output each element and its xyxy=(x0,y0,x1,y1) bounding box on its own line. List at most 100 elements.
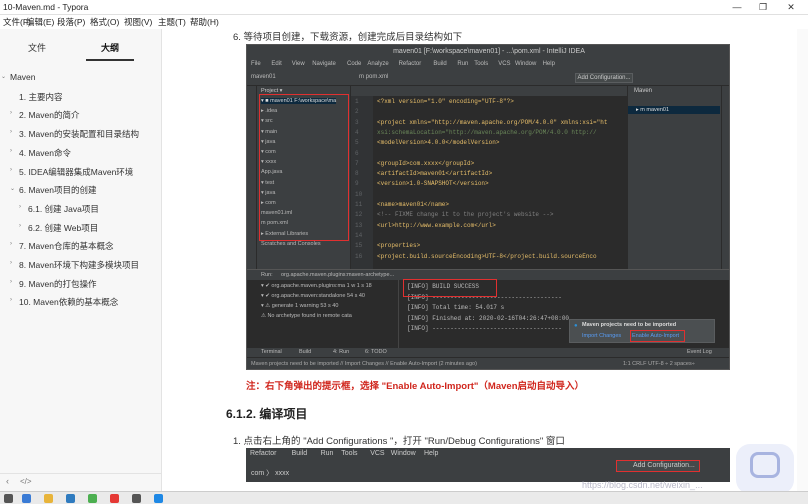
ide-line-number: 5 xyxy=(355,139,359,147)
ide-popup-title: Maven projects need to be imported xyxy=(582,322,677,328)
taskbar-app-icon[interactable] xyxy=(154,494,163,503)
ide-menu-item: Refactor xyxy=(398,61,422,67)
taskbar-app-icon[interactable] xyxy=(88,494,97,503)
tab-outline[interactable]: 大纲 xyxy=(101,41,119,54)
source-code-mode-icon[interactable]: </> xyxy=(20,477,32,486)
menu-view[interactable]: 视图(V) xyxy=(124,16,152,28)
outline-toggle-icon[interactable]: › xyxy=(10,129,12,135)
collapse-sidebar-icon[interactable]: ‹ xyxy=(6,476,9,486)
ide-bottom-tabs: Terminal Build 4: Run 6: TODO Event Log xyxy=(247,348,729,357)
ide-maven-panel: Maven ▸ m maven01 xyxy=(627,86,729,269)
ide-run-tree-node: ⚠ No archetype found in remote cata xyxy=(261,313,352,319)
scrollbar[interactable] xyxy=(797,29,808,491)
window-title: 10-Maven.md - Typora xyxy=(3,2,89,12)
outline-toggle-icon[interactable]: ⌄ xyxy=(1,73,6,80)
step1-text: 1. 点击右上角的 "Add Configurations "，打开 "Run/… xyxy=(233,436,565,447)
ide-line-number: 15 xyxy=(355,242,363,250)
menu-format[interactable]: 格式(O) xyxy=(90,16,119,28)
outline-toggle-icon[interactable]: › xyxy=(10,297,12,303)
outline-item[interactable]: 9. Maven的打包操作 xyxy=(19,278,96,290)
ide-code-line: <project xmlns="http://maven.apache.org/… xyxy=(377,118,608,126)
taskbar-app-icon[interactable] xyxy=(22,494,31,503)
ide-maven-title: Maven xyxy=(634,88,653,94)
ide-menu-item: Help xyxy=(542,61,555,67)
ide-menu-item: Navigate xyxy=(312,61,336,67)
start-icon[interactable] xyxy=(4,494,13,503)
highlight-build-success xyxy=(403,279,497,297)
menu-theme[interactable]: 主题(T) xyxy=(158,16,186,28)
ide-code-line: <version>1.0-SNAPSHOT</version> xyxy=(377,180,489,188)
highlight-project-tree xyxy=(259,94,349,241)
outline-toggle-icon[interactable]: › xyxy=(10,260,12,266)
taskbar xyxy=(0,491,808,504)
outline-item[interactable]: 5. IDEA编辑器集成Maven环境 xyxy=(19,166,133,178)
taskbar-app-icon[interactable] xyxy=(66,494,75,503)
ide-file-tab: m pom.xml xyxy=(359,74,389,80)
menu-paragraph[interactable]: 段落(P) xyxy=(57,16,85,28)
ide-line-number: 2 xyxy=(355,108,359,116)
folder-icon[interactable] xyxy=(44,494,53,503)
ide-code-line: <name>maven01</name> xyxy=(377,201,450,208)
outline-item[interactable]: 10. Maven依赖的基本概念 xyxy=(19,296,118,308)
outline-item[interactable]: 3. Maven的安装配置和目录结构 xyxy=(19,128,139,140)
ide-menu-item: Build xyxy=(433,61,447,67)
watermark-text: https://blog.csdn.net/weixin_... xyxy=(582,480,703,490)
outline-toggle-icon[interactable]: › xyxy=(19,204,21,210)
ide-code-line: <modelVersion>4.0.0</modelVersion> xyxy=(377,139,500,147)
ide-run-tree-node: ▾ ✔ org.apache.maven:standalone 54 s 40 xyxy=(261,293,365,299)
highlight-enable-auto-import xyxy=(630,330,685,342)
menu-edit[interactable]: 编辑(E) xyxy=(26,16,54,28)
ide-line-number: 12 xyxy=(355,211,363,219)
chrome-icon[interactable] xyxy=(110,494,119,503)
ide-editor: 1 <?xml version="1.0" encoding="UTF-8"?> 2… xyxy=(351,86,627,269)
outline-toggle-icon[interactable]: › xyxy=(10,279,12,285)
ide2-menu-item: Tools xyxy=(341,450,358,457)
outline-item[interactable]: 7. Maven仓库的基本概念 xyxy=(19,240,113,252)
ide-line-number: 9 xyxy=(355,180,359,188)
sidebar-footer: ‹ </> xyxy=(0,473,162,491)
ide-line-number: 6 xyxy=(355,149,359,157)
ide-status-bar: Maven projects need to be imported // Im… xyxy=(247,357,729,369)
ide-right-strip xyxy=(721,86,729,269)
ide-menu-item: Edit xyxy=(271,61,282,67)
ide-menu-bar: File Edit View Navigate Code Analyze Refactor B… xyxy=(247,59,729,70)
ide-run-tab: org.apache.maven.plugins:maven-archetype… xyxy=(281,272,395,278)
outline-item[interactable]: 2. Maven的简介 xyxy=(19,109,79,121)
outline-toggle-icon[interactable]: › xyxy=(10,241,12,247)
outline-item[interactable]: 6.2. 创建 Web项目 xyxy=(28,222,98,234)
ide-menu-item: Analyze xyxy=(367,61,389,67)
tab-files[interactable]: 文件 xyxy=(28,41,46,54)
ide-left-strip xyxy=(247,86,257,269)
menu-bar: 文件(F) 编辑(E) 段落(P) 格式(O) 视图(V) 主题(T) 帮助(H… xyxy=(0,15,808,29)
outline-item[interactable]: 4. Maven命令 xyxy=(19,147,71,159)
outline-toggle-icon[interactable]: › xyxy=(10,167,12,173)
outline-toggle-icon[interactable]: › xyxy=(19,223,21,229)
ide-code-line: <!-- FIXME change it to the project's we… xyxy=(377,211,554,219)
outline-item[interactable]: 6.1. 创建 Java项目 xyxy=(28,203,99,215)
ide-line-number: 3 xyxy=(355,118,359,126)
outline-item[interactable]: 6. Maven项目的创建 xyxy=(19,184,96,196)
outline-toggle-icon[interactable]: ⌄ xyxy=(10,185,15,192)
outline-item[interactable]: Maven xyxy=(10,72,36,82)
ide-menu-item: Tools xyxy=(474,61,489,67)
minimize-icon[interactable]: — xyxy=(724,0,750,15)
ide-console-line: [INFO] ---------------------------------… xyxy=(407,325,562,332)
ide-console-line: [INFO] Finished at: 2020-02-16T04:26:47+… xyxy=(407,314,570,322)
ide-menu-item: File xyxy=(251,61,261,67)
ide-status-right: 1:1 CRLF UTF-8 ÷ 2 spaces÷ xyxy=(623,361,695,367)
outline-item[interactable]: 1. 主要内容 xyxy=(19,91,62,103)
ide-code-line: <?xml version="1.0" encoding="UTF-8"?> xyxy=(377,98,514,105)
ide-add-configuration-button: Add Configuration... xyxy=(575,73,633,83)
ide-line-number: 16 xyxy=(355,252,363,260)
ide-screenshot: maven01 [F:\workspace\maven01] - ...\pom… xyxy=(246,44,730,370)
maximize-icon[interactable]: ❐ xyxy=(750,0,776,15)
close-icon[interactable]: ✕ xyxy=(778,0,804,15)
outline-toggle-icon[interactable]: › xyxy=(10,110,12,116)
outline-item[interactable]: 8. Maven环境下构建多模块项目 xyxy=(19,259,139,271)
taskbar-app-icon[interactable] xyxy=(132,494,141,503)
ide-popup-import: Import Changes xyxy=(582,333,622,339)
menu-help[interactable]: 帮助(H) xyxy=(190,16,219,28)
outline-toggle-icon[interactable]: › xyxy=(10,148,12,154)
ide2-menu-item: Run xyxy=(320,450,334,457)
ide-line-number: 1 xyxy=(355,98,359,105)
